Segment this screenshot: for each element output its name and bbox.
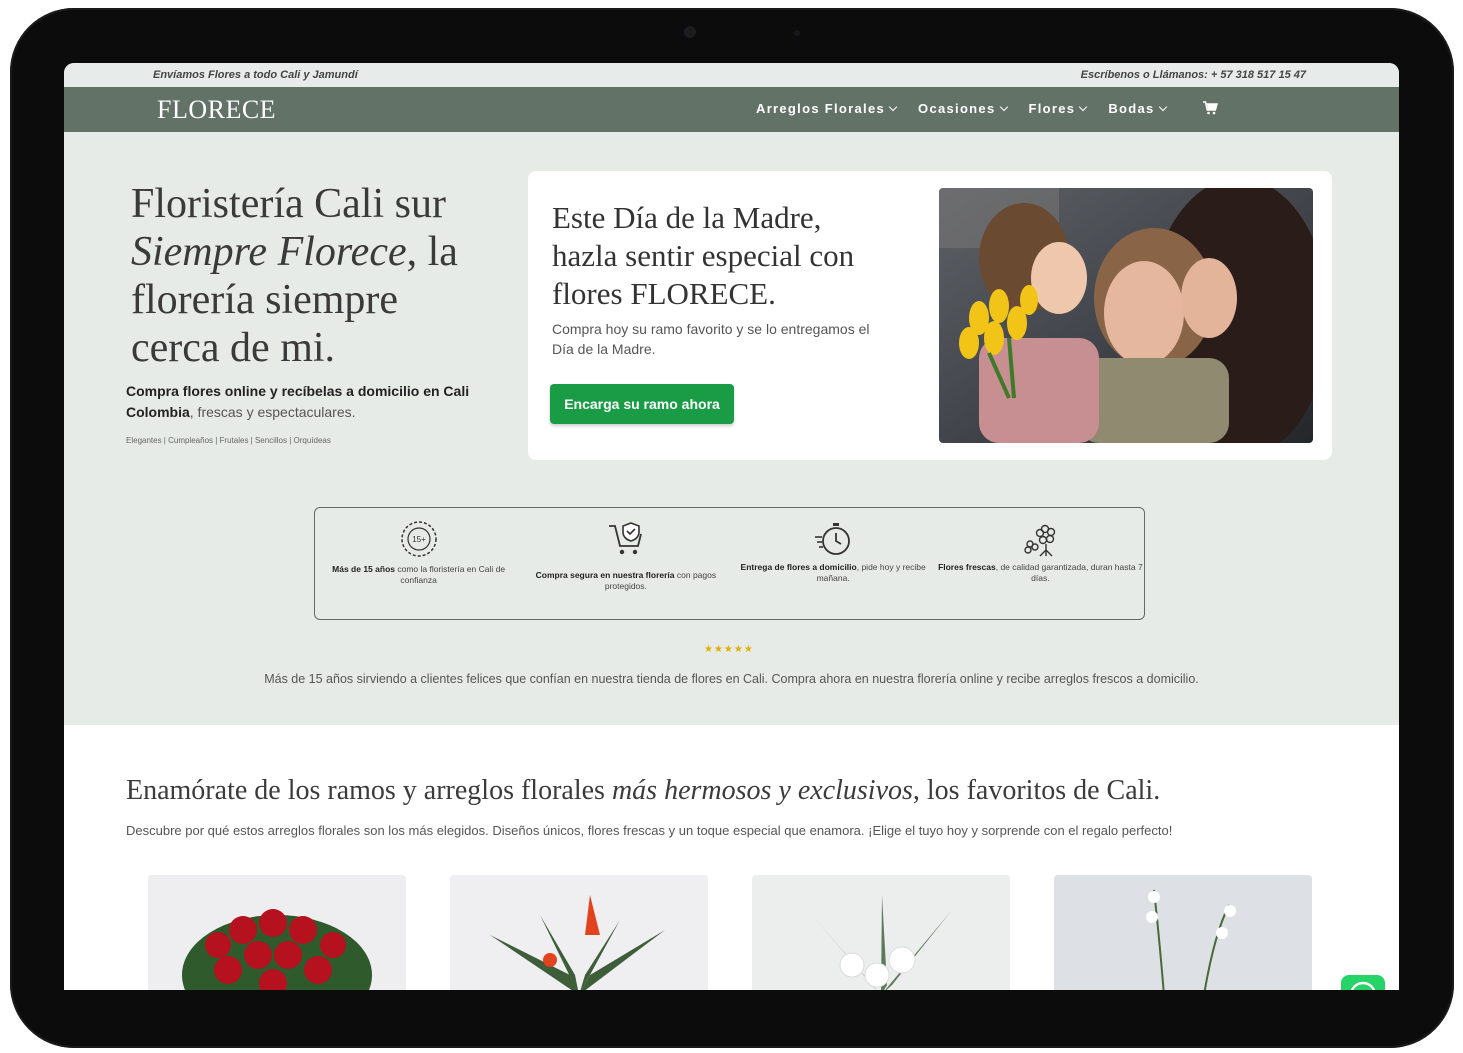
whatsapp-icon	[1350, 981, 1376, 990]
promo-text: Compra hoy su ramo favorito y se lo entr…	[552, 321, 870, 357]
sensor-dot	[794, 30, 800, 36]
hero-title: Floristería Cali sur Siempre Florece, la…	[131, 181, 458, 371]
shipping-note: Envíamos Flores a todo Cali y Jamundí	[153, 69, 358, 81]
badge-15-years-icon: 15+	[400, 521, 437, 557]
site-logo[interactable]: FLORECE	[157, 95, 276, 125]
stopwatch-delivery-icon	[815, 523, 851, 555]
product-card-orchids[interactable]	[1054, 875, 1312, 990]
chevron-down-icon	[1079, 102, 1088, 111]
favorites-title: Enamórate de los ramos y arreglos floral…	[126, 775, 1161, 806]
cart-icon[interactable]	[1202, 100, 1218, 116]
family-photo-image	[939, 188, 1313, 443]
hero-title-emphasis: Siempre Florece	[131, 229, 407, 275]
mothers-day-photo	[939, 188, 1313, 443]
camera-icon	[684, 26, 696, 38]
white-arrangement-image	[752, 875, 1010, 990]
product-card-white-flowers[interactable]	[752, 875, 1010, 990]
feature-fresh-flowers: Flores frescas, de calidad garantizada, …	[937, 508, 1144, 619]
rating-stars: ★★★★★	[704, 644, 754, 655]
secure-cart-icon	[608, 522, 642, 555]
mothers-day-promo: Este Día de la Madre, hazla sentir espec…	[528, 171, 1332, 460]
nav-item-arreglos-florales[interactable]: Arreglos Florales	[756, 101, 898, 116]
favorites-description: Descubre por qué estos arreglos florales…	[126, 823, 1173, 838]
nav-item-flores[interactable]: Flores	[1029, 101, 1088, 116]
browser-viewport: Envíamos Flores a todo Cali y Jamundí Es…	[64, 63, 1399, 990]
hero-subtitle: Compra flores online y recíbelas a domic…	[126, 383, 470, 420]
feature-home-delivery: Entrega de flores a domicilio, pide hoy …	[730, 508, 937, 619]
category-tags[interactable]: Elegantes | Cumpleaños | Frutales | Senc…	[126, 436, 331, 445]
contact-note[interactable]: Escríbenos o Llámanos: + 57 318 517 15 4…	[1081, 69, 1306, 81]
product-card-bromelia[interactable]	[450, 875, 708, 990]
promo-title: Este Día de la Madre, hazla sentir espec…	[552, 200, 855, 311]
nav-item-ocasiones[interactable]: Ocasiones	[918, 101, 1008, 116]
order-bouquet-button[interactable]: Encarga su ramo ahora	[550, 384, 734, 424]
nav-item-bodas[interactable]: Bodas	[1108, 101, 1167, 116]
feature-secure-purchase: Compra segura en nuestra florería con pa…	[522, 508, 729, 619]
tropical-plant-image	[450, 875, 708, 990]
orchid-image	[1054, 875, 1312, 990]
flowers-icon	[1024, 524, 1056, 557]
nav-menu: Arreglos Florales Ocasiones Flores Bodas	[756, 101, 1167, 116]
favorites-section: Enamórate de los ramos y arreglos floral…	[64, 725, 1399, 990]
top-bar: Envíamos Flores a todo Cali y Jamundí Es…	[64, 63, 1399, 87]
product-card-roses[interactable]	[148, 875, 406, 990]
trust-text: Más de 15 años sirviendo a clientes feli…	[264, 672, 1199, 686]
chevron-down-icon	[1158, 102, 1167, 111]
whatsapp-button[interactable]	[1341, 975, 1385, 990]
feature-experience: 15+ Más de 15 años como la floristería e…	[315, 508, 522, 619]
features-box: 15+ Más de 15 años como la floristería e…	[314, 507, 1145, 620]
chevron-down-icon	[999, 102, 1008, 111]
chevron-down-icon	[888, 102, 898, 111]
main-nav: FLORECE Arreglos Florales Ocasiones Flor…	[64, 87, 1399, 132]
red-roses-image	[148, 875, 406, 990]
svg-text:15+: 15+	[412, 535, 426, 544]
